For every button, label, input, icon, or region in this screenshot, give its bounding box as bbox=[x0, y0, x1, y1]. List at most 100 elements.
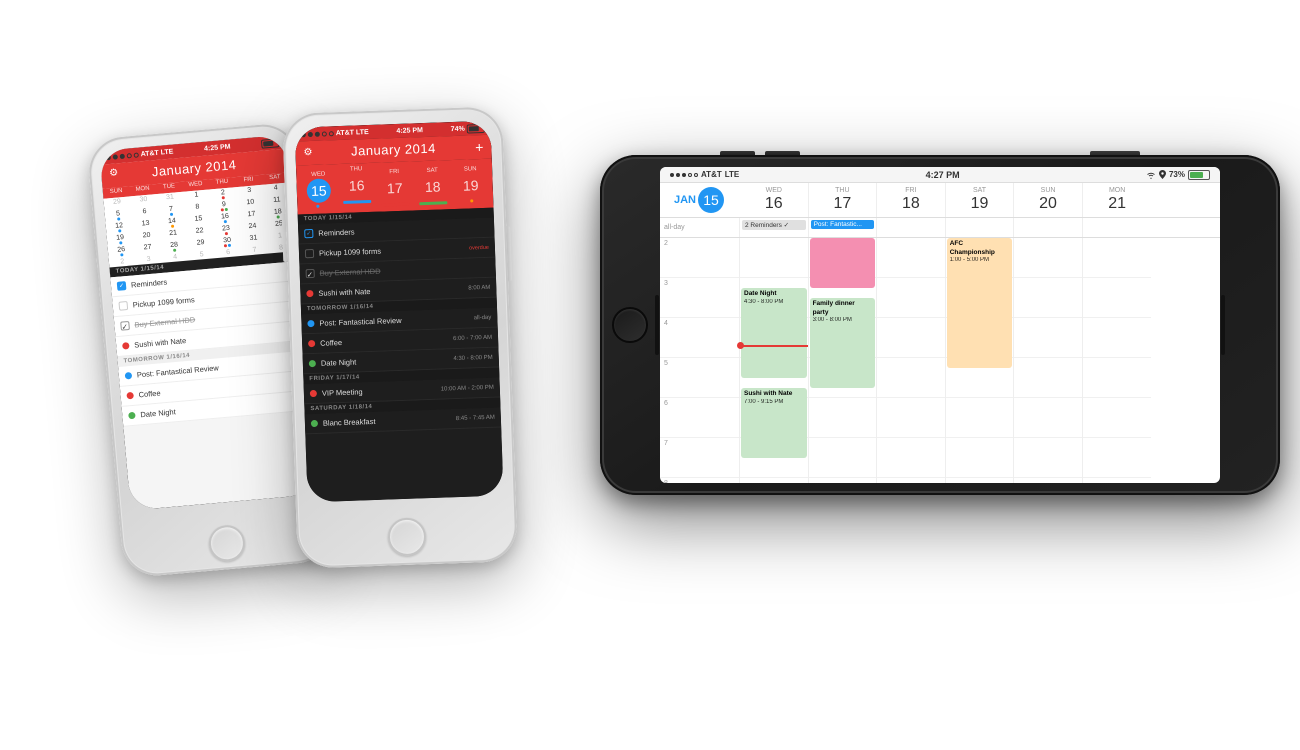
volume-down-button bbox=[765, 151, 800, 155]
event-time: 4:30 - 8:00 PM bbox=[453, 354, 493, 361]
signal-dots bbox=[670, 173, 698, 177]
time-slot-2: 2 bbox=[660, 238, 739, 278]
phone2-screen: AT&T LTE 4:25 PM 74% ⚙ January 2014 bbox=[295, 121, 504, 503]
event-dot bbox=[170, 213, 173, 216]
overdue-badge: overdue bbox=[469, 244, 489, 251]
weekday-name: SAT bbox=[414, 167, 450, 174]
phone3-network: LTE bbox=[725, 170, 740, 179]
week-day-sat[interactable]: SAT 18 bbox=[414, 167, 451, 205]
task-label: Pickup 1099 forms bbox=[132, 295, 195, 309]
weekday-name: FRI bbox=[376, 168, 412, 175]
task-checkbox[interactable]: ✓ bbox=[120, 321, 130, 331]
week-day-sun[interactable]: SUN 19 bbox=[452, 166, 489, 204]
task-label: Reminders bbox=[131, 277, 168, 289]
phone1-battery bbox=[261, 138, 280, 149]
hour-line bbox=[877, 358, 945, 398]
week-day-thu[interactable]: THU 16 bbox=[338, 166, 375, 208]
hour-line bbox=[809, 478, 877, 483]
add-event-button[interactable]: + bbox=[475, 139, 484, 153]
battery-fill bbox=[469, 126, 480, 131]
event-title: Date Night bbox=[744, 290, 804, 298]
sig-dot-3 bbox=[315, 131, 320, 136]
time-slot-5: 5 bbox=[660, 358, 739, 398]
sig-dot-4 bbox=[322, 131, 327, 136]
header-wed[interactable]: WED 16 bbox=[740, 183, 809, 217]
task-checkbox[interactable] bbox=[118, 301, 128, 311]
agenda-checkbox[interactable]: ✓ bbox=[306, 269, 315, 278]
battery-body bbox=[1188, 170, 1210, 180]
phone2-month-title: January 2014 bbox=[351, 141, 436, 159]
day-name: SUN bbox=[1016, 187, 1080, 194]
agenda-label: Reminders bbox=[318, 228, 355, 238]
weekday-name: THU bbox=[338, 166, 374, 173]
volume-up-button bbox=[720, 151, 755, 155]
allday-cell-sun bbox=[1014, 218, 1083, 237]
gear-icon[interactable]: ⚙ bbox=[303, 147, 312, 158]
time-slot-3: 3 bbox=[660, 278, 739, 318]
day-col-thu: Family dinner party 3:00 - 8:00 PM bbox=[809, 238, 878, 483]
time-slot-8: 8 bbox=[660, 478, 739, 483]
phone3-right-status: 73% bbox=[1146, 170, 1210, 180]
hour-line bbox=[1083, 478, 1152, 483]
sig-dot-5 bbox=[329, 131, 334, 136]
event-afc[interactable]: AFC Championship 1:00 - 5:00 PM bbox=[947, 238, 1013, 368]
phone-2: AT&T LTE 4:25 PM 74% ⚙ January 2014 bbox=[282, 106, 518, 568]
week-day-wed[interactable]: WED 15 bbox=[300, 171, 337, 209]
day-name: WED bbox=[742, 187, 806, 194]
event-dot bbox=[308, 340, 315, 347]
phone3-home-button[interactable] bbox=[612, 307, 648, 343]
wifi-icon bbox=[1146, 171, 1156, 179]
event-bar bbox=[381, 203, 410, 207]
event-dot bbox=[122, 342, 130, 350]
header-thu[interactable]: THU 17 bbox=[809, 183, 878, 217]
hour-line bbox=[946, 398, 1014, 438]
day-name: FRI bbox=[879, 187, 943, 194]
allday-event-reminders[interactable]: 2 Reminders ✓ bbox=[742, 220, 806, 230]
event-dot bbox=[307, 320, 314, 327]
header-sun[interactable]: SUN 20 bbox=[1014, 183, 1083, 217]
agenda-checkbox[interactable] bbox=[305, 249, 314, 258]
scene: AT&T LTE 4:25 PM ⚙ January 2014 bbox=[0, 0, 1300, 750]
event-dot bbox=[310, 390, 317, 397]
hour-line bbox=[740, 238, 808, 278]
event-family-dinner[interactable]: Family dinner party 3:00 - 8:00 PM bbox=[810, 298, 876, 388]
task-checkbox[interactable]: ✓ bbox=[117, 281, 127, 291]
event-date-night[interactable]: Date Night 4:30 - 8:00 PM bbox=[741, 288, 807, 378]
phone2-network: LTE bbox=[356, 128, 369, 135]
agenda-label: Sushi with Nate bbox=[318, 287, 370, 298]
allday-event-post[interactable]: Post: Fantastic... bbox=[811, 220, 875, 229]
event-dot bbox=[224, 244, 227, 247]
phone3-speaker-right bbox=[1221, 295, 1225, 355]
today-date[interactable]: 15 bbox=[696, 185, 726, 215]
event-time: 8:00 AM bbox=[468, 284, 490, 291]
weekday-number: 19 bbox=[458, 173, 483, 198]
header-sat[interactable]: SAT 19 bbox=[946, 183, 1015, 217]
phone1-home-button[interactable] bbox=[207, 524, 246, 563]
gear-icon[interactable]: ⚙ bbox=[109, 167, 119, 179]
header-fri[interactable]: FRI 18 bbox=[877, 183, 946, 217]
phone2-home-button[interactable] bbox=[387, 517, 426, 556]
hour-line bbox=[1014, 478, 1082, 483]
phone3-time: 4:27 PM bbox=[926, 170, 960, 180]
hour-line bbox=[946, 438, 1014, 478]
signal-dots bbox=[301, 131, 334, 137]
task-label: Sushi with Nate bbox=[134, 336, 187, 350]
weekday-number: 15 bbox=[306, 178, 331, 203]
week-day-fri[interactable]: FRI 17 bbox=[376, 168, 413, 206]
time-labels: 2 3 4 5 6 7 8 9 bbox=[660, 238, 740, 483]
event-sushi[interactable]: Sushi with Nate 7:00 - 9:15 PM bbox=[741, 388, 807, 458]
phone1-left-buttons bbox=[91, 240, 99, 288]
weekday-number: 17 bbox=[382, 176, 407, 201]
allday-cell-thu: Post: Fantastic... bbox=[809, 218, 878, 237]
event-dot bbox=[119, 241, 122, 244]
agenda-checkbox[interactable]: ✓ bbox=[304, 229, 313, 238]
event-title: Family dinner party bbox=[813, 300, 873, 317]
hour-line bbox=[740, 478, 808, 483]
sig-dot-1 bbox=[670, 173, 674, 177]
phone2-content: AT&T LTE 4:25 PM 74% ⚙ January 2014 bbox=[295, 121, 504, 503]
hour-line bbox=[1014, 278, 1082, 318]
event-time: 7:00 - 9:15 PM bbox=[744, 399, 804, 407]
header-mon[interactable]: MON 21 bbox=[1083, 183, 1152, 217]
event-pink[interactable] bbox=[810, 238, 876, 288]
phone1-content: AT&T LTE 4:25 PM ⚙ January 2014 bbox=[99, 135, 316, 511]
